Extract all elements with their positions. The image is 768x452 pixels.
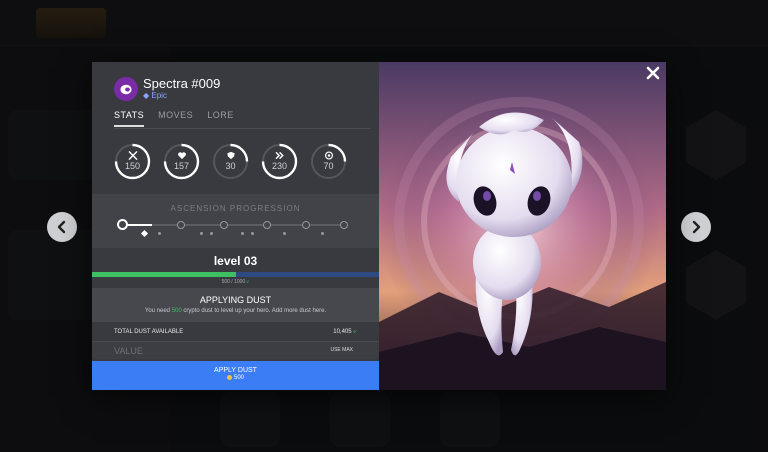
hero-level: level 03 <box>213 254 258 268</box>
ascension-node <box>340 221 348 229</box>
close-icon[interactable] <box>646 66 660 80</box>
chevron-right-icon <box>692 220 701 234</box>
total-dust-row: TOTAL DUST AVAILABLE 10,405 ⩗ <box>114 326 357 338</box>
ascension-progression: ASCENSION PROGRESSION <box>92 194 379 248</box>
tab-stats[interactable]: STATS <box>114 110 145 127</box>
shield-icon <box>226 151 235 160</box>
heart-icon <box>177 152 186 160</box>
tab-divider <box>114 128 371 129</box>
total-dust-value: 10,405 <box>333 328 352 335</box>
stat-value: 70 <box>323 161 334 171</box>
speed-icon <box>275 152 284 159</box>
level-progress-bar <box>92 272 379 277</box>
spectra-creature-icon <box>120 84 132 94</box>
applying-dust-title: APPLYING DUST <box>199 295 272 305</box>
stats-row: 150 157 30 230 70 <box>114 143 347 180</box>
applying-dust-section: APPLYING DUST You need 500 crypto dust t… <box>92 288 379 322</box>
rarity-label: Epic <box>151 91 167 100</box>
stat-value: 150 <box>124 161 141 171</box>
total-dust-value-wrap: 10,405 ⩗ <box>333 329 357 336</box>
swords-icon <box>128 151 137 160</box>
tab-moves[interactable]: MOVES <box>158 110 193 127</box>
ascension-node <box>220 221 228 229</box>
stat-value: 157 <box>173 161 190 171</box>
ascension-node-current <box>117 219 128 230</box>
apply-dust-cost: 500 <box>92 375 379 381</box>
ascension-pip <box>251 232 254 235</box>
level-progress-fill <box>92 272 236 277</box>
ascension-pip <box>241 232 244 235</box>
ascension-node <box>302 221 310 229</box>
hero-detail-modal: Spectra #009 ◆ Epic STATS MOVES LORE 150… <box>92 62 666 390</box>
stat-accuracy: 70 <box>310 143 347 180</box>
stat-value: 30 <box>225 161 236 171</box>
hero-header: Spectra #009 ◆ Epic <box>114 76 220 101</box>
dust-value-box: USE MAX <box>92 341 379 359</box>
target-icon <box>324 151 333 160</box>
ascension-title: ASCENSION PROGRESSION <box>170 204 301 213</box>
stat-value: 230 <box>271 161 288 171</box>
spectra-artwork-image <box>379 62 666 390</box>
tab-lore[interactable]: LORE <box>207 110 234 127</box>
hero-info-panel: Spectra #009 ◆ Epic STATS MOVES LORE 150… <box>92 62 379 390</box>
ascension-track <box>122 224 344 226</box>
hero-rarity: ◆ Epic <box>143 91 220 101</box>
next-hero-button[interactable] <box>681 212 711 242</box>
previous-hero-button[interactable] <box>47 212 77 242</box>
use-max-button[interactable]: USE MAX <box>330 347 353 353</box>
apply-dust-label: APPLY DUST <box>214 367 257 374</box>
total-dust-label: TOTAL DUST AVAILABLE <box>114 329 184 335</box>
stat-defense: 30 <box>212 143 249 180</box>
ascension-pip <box>321 232 324 235</box>
dust-value-input[interactable] <box>114 344 294 358</box>
hero-name: Spectra #009 <box>143 76 221 91</box>
chevron-left-icon <box>57 220 66 234</box>
ascension-marker-icon <box>140 229 149 238</box>
ascension-pip <box>283 232 286 235</box>
apply-dust-button[interactable]: APPLY DUST 500 <box>92 361 379 390</box>
dust-icon: ⩗ <box>246 279 250 285</box>
ascension-pip <box>210 232 213 235</box>
stat-health: 157 <box>163 143 200 180</box>
hero-artwork <box>379 62 666 390</box>
ascension-pip <box>200 232 203 235</box>
hero-tabs: STATS MOVES LORE <box>114 110 234 127</box>
stat-attack: 150 <box>114 143 151 180</box>
hero-avatar <box>114 76 138 101</box>
ascension-pip <box>158 232 161 235</box>
ascension-node <box>177 221 185 229</box>
dust-icon: ⩗ <box>353 328 357 335</box>
stat-speed: 230 <box>261 143 298 180</box>
level-progress-text: 500 / 1000 ⩗ <box>221 279 250 285</box>
applying-dust-description: You need 500 crypto dust to level up you… <box>144 308 327 314</box>
coin-icon <box>226 375 232 380</box>
ascension-node <box>263 221 271 229</box>
